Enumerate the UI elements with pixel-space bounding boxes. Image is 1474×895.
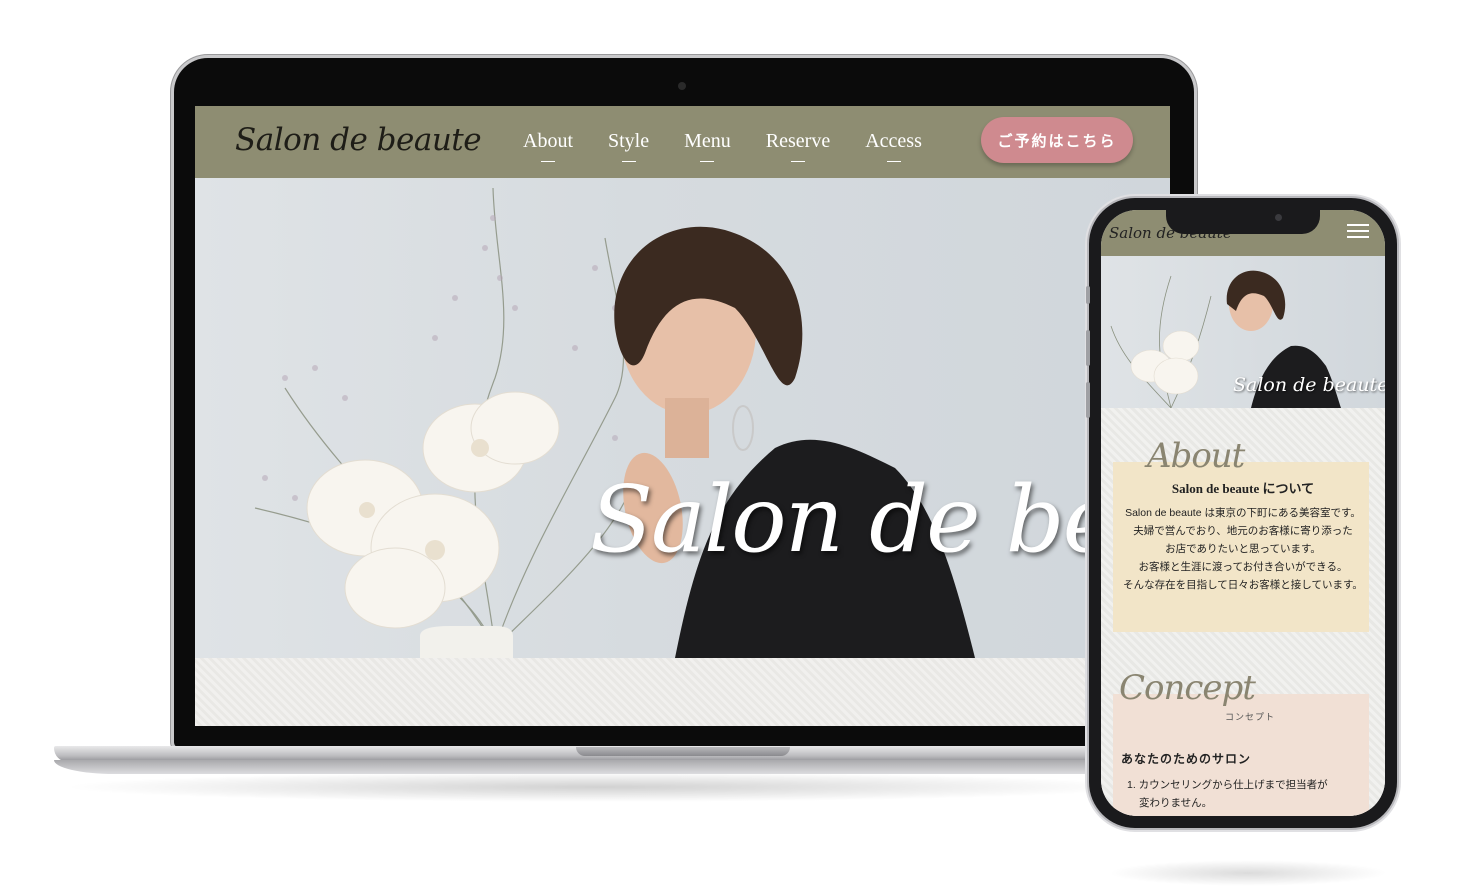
nav-access[interactable]: Access: [865, 130, 922, 153]
laptop-opening-notch: [576, 747, 790, 756]
hero-photo-illustration: [254, 187, 975, 658]
phone-side-button: [1086, 286, 1090, 304]
concept-item-text: 1. カウンセリングから仕上げまで担当者が: [1127, 779, 1328, 791]
concept-item-text-cont: 変わりません。: [1139, 797, 1213, 809]
main-nav: About Style Menu Reserve Access: [523, 130, 922, 153]
about-text: Salon de beaute は東京の下町にある美容室です。 夫婦で営んでおり…: [1115, 504, 1371, 594]
nav-menu[interactable]: Menu: [684, 130, 731, 153]
site-logo[interactable]: Salon de beaute: [235, 122, 482, 158]
hero-image: Salon de beaute: [195, 178, 1170, 658]
about-title: Salon de beaute について: [1171, 481, 1315, 496]
concept-heading: Concept: [1119, 668, 1256, 708]
laptop-camera: [678, 82, 686, 90]
about-line: 夫婦で営んでおり、地元のお客様に寄り添った: [1133, 525, 1353, 537]
laptop-screen: Salon de beaute About Style Menu Reserve…: [195, 106, 1170, 726]
reserve-button[interactable]: ご予約はこちら: [981, 117, 1133, 163]
phone-shadow: [1108, 860, 1388, 886]
phone-notch: [1166, 208, 1320, 234]
about-heading: About: [1147, 436, 1245, 476]
phone-camera: [1275, 214, 1282, 221]
concept-title: あなたのためのサロン: [1121, 752, 1252, 766]
concept-list-item: 1. カウンセリングから仕上げまで担当者が 変わりません。: [1127, 776, 1328, 812]
nav-reserve[interactable]: Reserve: [766, 130, 830, 153]
concept-subheading: コンセプト: [1225, 712, 1276, 722]
about-line: お店でありたいと思っています。: [1165, 543, 1321, 555]
site-header: Salon de beaute About Style Menu Reserve…: [195, 106, 1170, 178]
about-line: Salon de beaute は東京の下町にある美容室です。: [1125, 507, 1361, 519]
about-section-preview: [195, 658, 1170, 726]
laptop-shadow: [60, 772, 1140, 802]
about-line: そんな存在を目指して日々お客様と接しています。: [1123, 579, 1363, 591]
mobile-content: About Salon de beaute について Salon de beau…: [1101, 210, 1385, 816]
phone-volume-down-button: [1086, 382, 1090, 418]
about-line: お客様と生涯に渡ってお付き合いができる。: [1138, 561, 1348, 573]
nav-about[interactable]: About: [523, 130, 573, 153]
laptop-base-lip: [54, 760, 1164, 774]
nav-style[interactable]: Style: [608, 130, 649, 153]
hero-title: Salon de beaute: [590, 466, 1170, 573]
phone-volume-up-button: [1086, 330, 1090, 366]
